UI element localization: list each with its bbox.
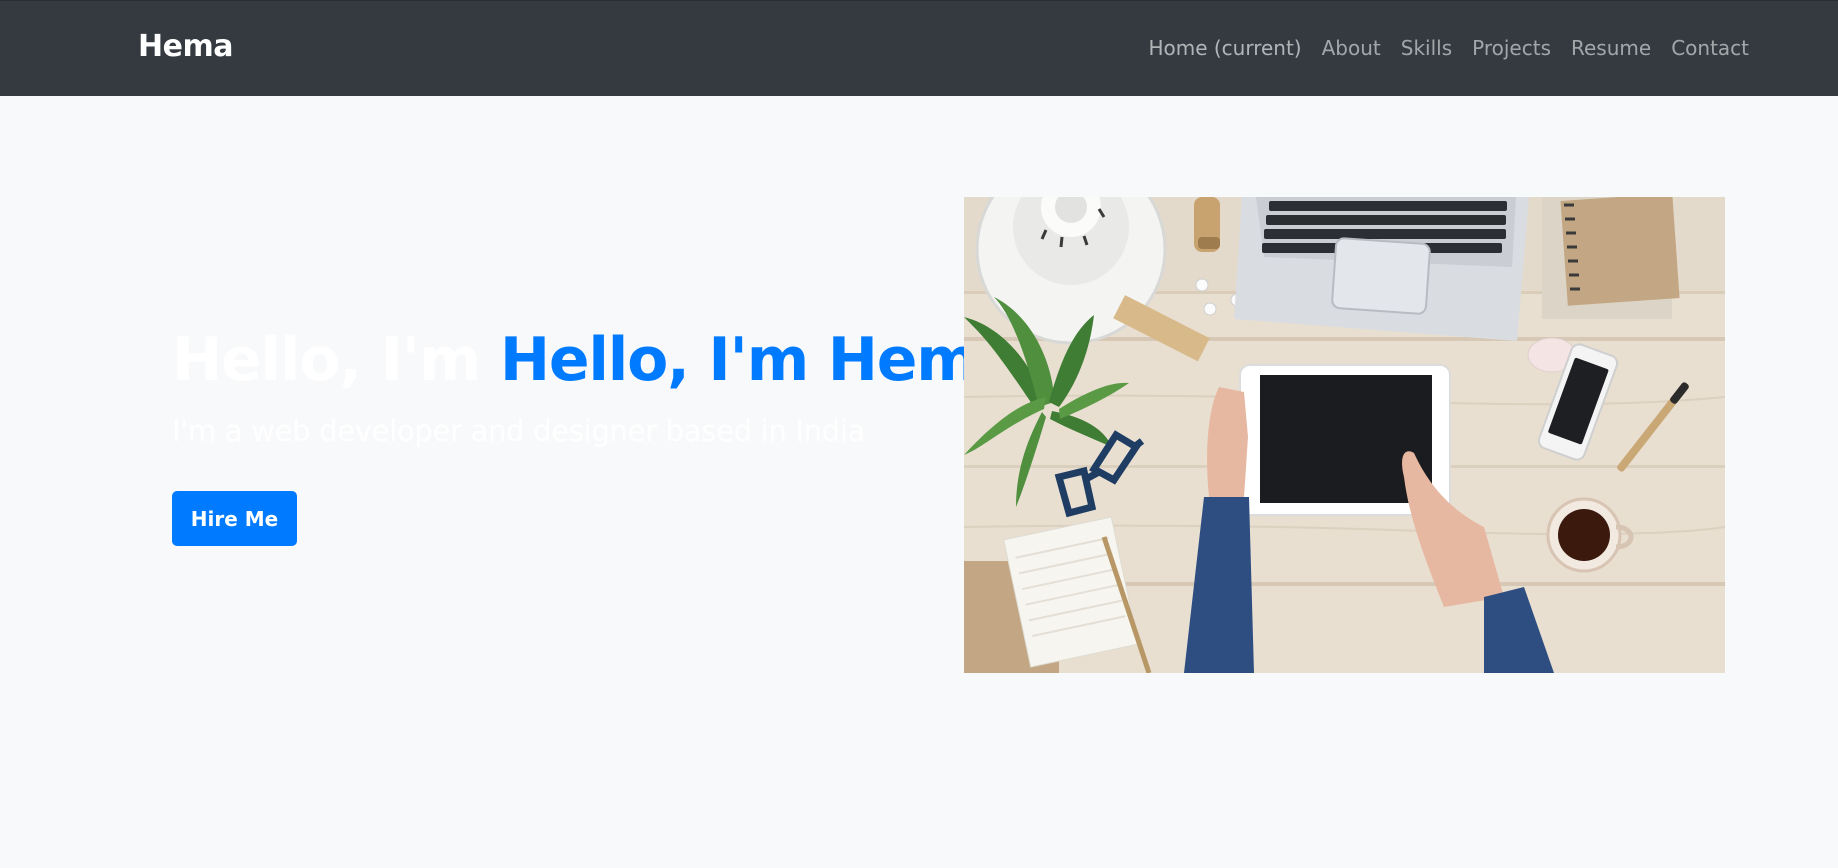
nav-link-skills[interactable]: Skills bbox=[1401, 36, 1452, 60]
hero-title: Hello, I'm Hello, I'm Hema bbox=[172, 322, 1018, 398]
nav-link-resume[interactable]: Resume bbox=[1571, 36, 1651, 60]
navbar: Hema Home (current) About Skills Project… bbox=[0, 0, 1838, 96]
hero-subtitle: I'm a web developer and designer based i… bbox=[172, 414, 866, 448]
navbar-brand[interactable]: Hema bbox=[138, 29, 233, 64]
nav-link-about[interactable]: About bbox=[1322, 36, 1381, 60]
hire-me-button[interactable]: Hire Me bbox=[172, 491, 297, 546]
nav-link-projects[interactable]: Projects bbox=[1472, 36, 1551, 60]
hero-title-name: Hello, I'm Hema bbox=[499, 325, 1018, 395]
hero-image bbox=[964, 197, 1725, 673]
nav-link-contact[interactable]: Contact bbox=[1671, 36, 1749, 60]
nav-links: Home (current) About Skills Projects Res… bbox=[1148, 36, 1749, 60]
hero-title-prefix: Hello, I'm bbox=[172, 325, 481, 395]
nav-link-home[interactable]: Home (current) bbox=[1148, 36, 1301, 60]
